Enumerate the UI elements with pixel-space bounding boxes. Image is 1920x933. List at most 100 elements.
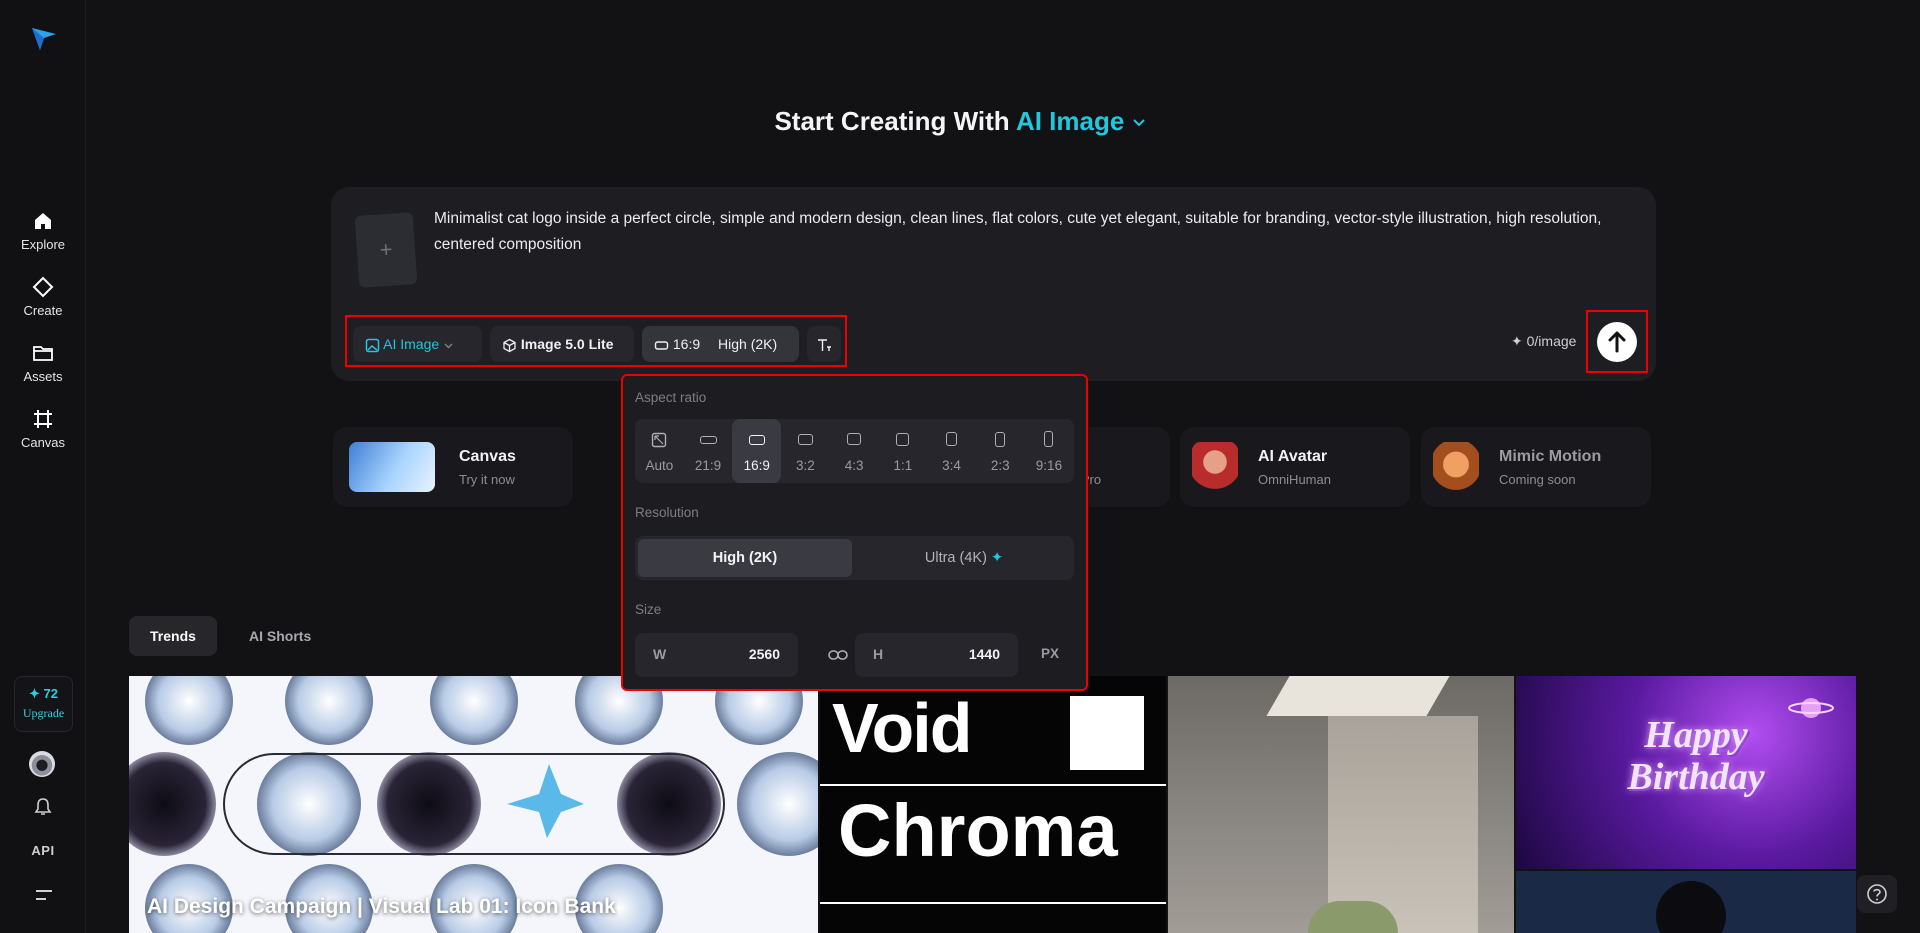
prompt-input[interactable]: Minimalist cat logo inside a perfect cir… (434, 206, 1614, 258)
resolution-label: Resolution (635, 505, 699, 520)
width-key: W (653, 646, 667, 662)
model-label: Image 5.0 Lite (520, 336, 614, 352)
credits-upgrade-button[interactable]: ✦ 72 Upgrade (14, 676, 73, 732)
frame-icon (34, 410, 52, 428)
avatar-thumbnail (1192, 442, 1238, 492)
ratio-label: 2:3 (990, 458, 1010, 473)
gallery-tile-birthday[interactable]: Happy Birthday (1516, 676, 1856, 869)
auto-ratio-icon (652, 432, 667, 448)
generate-button[interactable] (1597, 322, 1637, 362)
cost-per-image: ✦ 0/image (1511, 333, 1577, 349)
app-logo[interactable] (30, 24, 58, 52)
model-selector[interactable]: Image 5.0 Lite (490, 326, 634, 362)
upgrade-label: Upgrade (22, 706, 65, 720)
feature-subtitle: Try it now (459, 472, 515, 487)
ratio-label: 16:9 (672, 336, 701, 352)
generation-toolbar: AI Image Image 5.0 Lite 16:9 High (2K) (345, 315, 847, 367)
type-dropdown[interactable]: AI Image (353, 326, 482, 362)
ratio-shape (797, 434, 813, 445)
help-button[interactable] (1857, 875, 1897, 913)
avatar[interactable] (29, 751, 55, 777)
ratio-shape (946, 432, 958, 446)
api-link[interactable]: API (0, 843, 86, 858)
feature-subtitle: Coming soon (1499, 472, 1576, 487)
ratio-option-4-3[interactable]: 4:3 (830, 419, 879, 483)
gallery-tile-typography[interactable]: Void Chroma (820, 676, 1166, 933)
folder-icon (33, 346, 53, 361)
width-value: 2560 (748, 646, 780, 662)
feature-title: Canvas (459, 448, 516, 465)
sidebar-item-canvas[interactable]: Canvas (0, 408, 86, 452)
quality-label: High (2K) (718, 336, 778, 352)
mode-label: AI Image (1015, 106, 1125, 136)
gallery-tile-icon-bank[interactable]: AI Design Campaign | Visual Lab 01: Icon… (129, 676, 818, 933)
ratio-option-auto[interactable]: Auto (635, 419, 684, 483)
tab-ai-shorts[interactable]: AI Shorts (228, 616, 332, 656)
height-field[interactable]: H 1440 (855, 633, 1018, 677)
sidebar-item-label: Explore (20, 237, 66, 252)
feature-card-canvas[interactable]: Canvas Try it now (333, 427, 573, 507)
ratio-option-3-2[interactable]: 3:2 (781, 419, 830, 483)
ratio-option-9-16[interactable]: 9:16 (1025, 419, 1074, 483)
ratio-shape (1044, 431, 1054, 447)
sidebar-item-explore[interactable]: Explore (0, 210, 86, 254)
gallery-tile-concrete[interactable] (1168, 676, 1514, 933)
ratio-quality-selector[interactable]: 16:9 High (2K) (642, 326, 799, 362)
send-button-highlight (1586, 310, 1648, 373)
resolution-options: High (2K) Ultra (4K) ✦ (635, 536, 1074, 580)
gallery-tile-portrait[interactable] (1516, 871, 1856, 933)
tile-caption: AI Design Campaign | Visual Lab 01: Icon… (147, 895, 616, 918)
ratio-shape (995, 432, 1006, 447)
aspect-ratio-popover: Aspect ratio Auto 21:9 16:9 3:2 4:3 1:1 … (621, 374, 1088, 691)
ratio-option-2-3[interactable]: 2:3 (976, 419, 1025, 483)
home-icon (35, 213, 51, 229)
menu-icon[interactable] (35, 888, 53, 902)
ratio-option-3-4[interactable]: 3:4 (927, 419, 976, 483)
ratio-label: 21:9 (694, 458, 722, 473)
divider (820, 902, 1166, 904)
ratio-option-16-9[interactable]: 16:9 (732, 419, 782, 483)
sidebar-item-label: Assets (23, 369, 63, 384)
unit-label: PX (1041, 646, 1060, 661)
ratio-label: 3:2 (796, 458, 815, 473)
ratio-label: 3:4 (942, 458, 961, 473)
height-key: H (873, 646, 884, 662)
diamond-icon (32, 276, 54, 298)
text-icon (818, 339, 831, 352)
ratio-shape (699, 436, 717, 444)
resolution-high-2k[interactable]: High (2K) (638, 539, 852, 577)
ratio-option-21-9[interactable]: 21:9 (684, 419, 733, 483)
bell-icon[interactable] (33, 797, 53, 817)
size-label: Size (635, 602, 662, 617)
feature-subtitle: OmniHuman (1258, 472, 1331, 487)
ratio-label: 4:3 (844, 458, 864, 473)
ratio-shape (748, 435, 765, 445)
feature-card-mimic-motion[interactable]: Mimic Motion Coming soon (1421, 427, 1651, 507)
width-field[interactable]: W 2560 (635, 633, 798, 677)
ratio-option-1-1[interactable]: 1:1 (879, 419, 928, 483)
mode-selector[interactable]: AI Image (1016, 106, 1146, 136)
birthday-text: Happy Birthday (1586, 714, 1806, 798)
text-style-button[interactable] (807, 326, 841, 362)
resolution-ultra-4k[interactable]: Ultra (4K) ✦ (857, 539, 1071, 577)
sidebar: Explore Create Assets Canvas ✦ 72 Upgrad… (0, 0, 86, 933)
upload-reference-button[interactable]: + (354, 212, 418, 288)
arrow-up-icon (1608, 331, 1626, 353)
aspect-ratio-options: Auto 21:9 16:9 3:2 4:3 1:1 3:4 2:3 9:16 (635, 419, 1074, 483)
ratio-label: Auto (645, 458, 674, 473)
poster-word-chroma: Chroma (838, 789, 1118, 872)
feature-title: AI Avatar (1258, 448, 1328, 465)
tab-trends[interactable]: Trends (129, 616, 217, 656)
sidebar-item-label: Create (23, 303, 63, 318)
sidebar-item-assets[interactable]: Assets (0, 342, 86, 386)
sidebar-item-create[interactable]: Create (0, 276, 86, 320)
sparkle-icon: ✦ (990, 550, 1004, 566)
skylight (1266, 676, 1450, 716)
ratio-label: 9:16 (1035, 458, 1063, 473)
ratio-shape (847, 433, 862, 445)
link-icon[interactable] (827, 646, 849, 664)
planet-icon (1788, 698, 1834, 718)
feature-card-ai-avatar[interactable]: AI Avatar OmniHuman (1180, 427, 1410, 507)
height-value: 1440 (968, 646, 1000, 662)
ratio-label: 1:1 (893, 458, 913, 473)
